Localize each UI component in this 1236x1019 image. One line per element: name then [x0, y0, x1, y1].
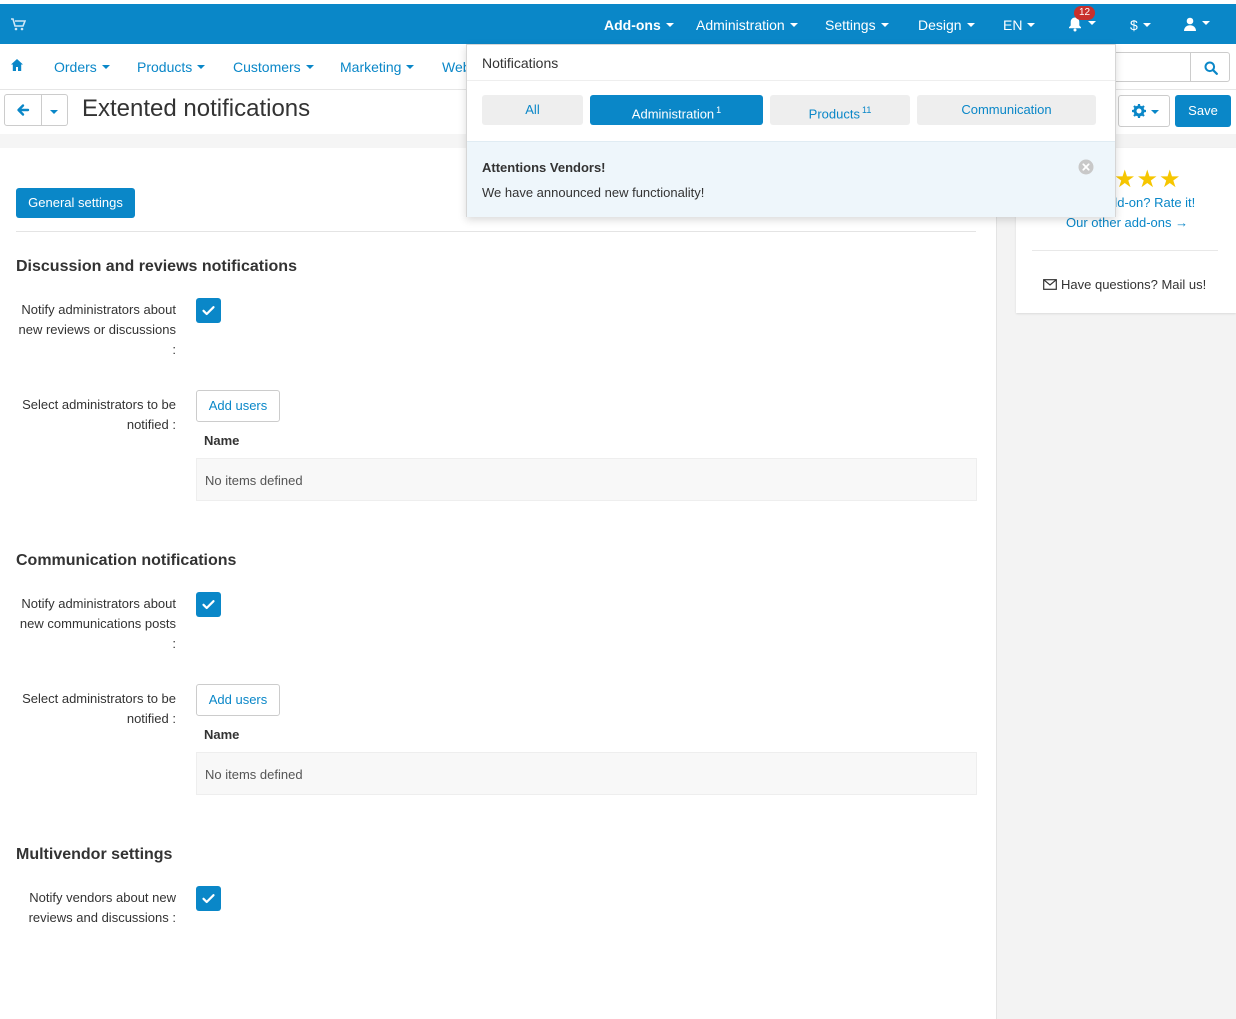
notifications-count-badge: 12 [1074, 6, 1096, 20]
search-input[interactable] [1110, 52, 1190, 82]
chevron-down-icon [50, 110, 58, 114]
notifications-divider [467, 80, 1115, 81]
section-title-multivendor: Multivendor settings [16, 846, 173, 863]
select-admins-label: Select administrators to be notified : [22, 691, 176, 726]
menu-orders-label: Orders [54, 59, 97, 75]
topnav-administration[interactable]: Administration [696, 17, 798, 33]
name-column-header: Name [204, 727, 240, 742]
back-dropdown-button[interactable] [42, 94, 68, 126]
notif-tab-administration-count: 1 [716, 105, 722, 115]
topnav-settings-label: Settings [825, 17, 876, 33]
select-admins-label: Select administrators to be notified : [22, 397, 176, 432]
notifications-dropdown: Notifications All Administration 1 Produc… [466, 44, 1116, 217]
notify-communications-checkbox[interactable] [196, 592, 221, 617]
notify-communications-label: Notify administrators about new communic… [19, 596, 176, 651]
tab-general-settings[interactable]: General settings [16, 188, 135, 218]
check-icon [202, 600, 215, 610]
empty-users-table: No items defined [196, 458, 977, 501]
other-addons-link[interactable]: Our other add-ons → [1066, 215, 1188, 230]
topnav-addons-label: Add-ons [604, 17, 661, 33]
topnav-currency[interactable]: $ [1130, 17, 1151, 33]
menu-orders[interactable]: Orders [54, 59, 110, 75]
arrow-left-icon [17, 104, 30, 116]
topnav-language[interactable]: EN [1003, 17, 1036, 33]
add-users-button[interactable]: Add users [196, 390, 280, 422]
page-title: Extented notifications [82, 95, 311, 122]
notification-message: We have announced new functionality! [482, 185, 705, 200]
notif-tab-communication[interactable]: Communication [917, 95, 1096, 125]
user-icon [1184, 17, 1196, 32]
sidebar-divider [1032, 250, 1218, 251]
empty-users-table: No items defined [196, 752, 977, 795]
topnav-settings[interactable]: Settings [825, 17, 889, 33]
notif-tab-administration[interactable]: Administration 1 [590, 95, 763, 125]
notification-title: Attentions Vendors! [482, 160, 606, 175]
rate-addon-link[interactable]: dd-on? Rate it! [1110, 195, 1195, 210]
menu-marketing-label: Marketing [340, 59, 402, 75]
notif-tab-communication-label: Communication [961, 102, 1052, 117]
notif-tab-all-label: All [525, 102, 540, 117]
check-icon [202, 306, 215, 316]
notif-tab-products-label: Products [808, 106, 860, 122]
menu-products[interactable]: Products [137, 59, 206, 75]
settings-dropdown-button[interactable] [1118, 95, 1170, 127]
notify-reviews-label: Notify administrators about new reviews … [18, 302, 176, 357]
menu-products-label: Products [137, 59, 193, 75]
name-column-header: Name [204, 433, 240, 448]
notification-item[interactable]: Attentions Vendors! We have announced ne… [467, 141, 1115, 217]
topnav-administration-label: Administration [696, 17, 785, 33]
search-icon [1204, 61, 1218, 75]
menu-customers-label: Customers [233, 59, 301, 75]
topnav-currency-label: $ [1130, 17, 1138, 33]
section-title-communication: Communication notifications [16, 552, 237, 569]
mail-us-link[interactable]: Have questions? Mail us! [1043, 277, 1206, 292]
topnav-design-label: Design [918, 17, 962, 33]
topnav-design[interactable]: Design [918, 17, 975, 33]
mail-us-label: Have questions? Mail us! [1061, 277, 1207, 292]
menu-marketing[interactable]: Marketing [340, 59, 415, 75]
back-button[interactable] [4, 94, 42, 126]
gear-icon [1132, 104, 1146, 118]
home-icon[interactable] [10, 58, 24, 72]
notif-tab-all[interactable]: All [482, 95, 583, 125]
notify-vendors-checkbox[interactable] [196, 886, 221, 911]
menu-customers[interactable]: Customers [233, 59, 314, 75]
user-menu[interactable] [1183, 15, 1210, 32]
tabs-divider [16, 231, 976, 232]
notify-vendors-label: Notify vendors about new reviews and dis… [28, 890, 176, 925]
search-button[interactable] [1190, 52, 1230, 82]
notifications-heading: Notifications [482, 55, 559, 71]
rating-stars[interactable]: ★★★ [1114, 165, 1182, 194]
notif-tab-administration-label: Administration [631, 106, 715, 122]
check-icon [202, 894, 215, 904]
section-title-discussion: Discussion and reviews notifications [16, 258, 297, 275]
close-icon[interactable] [1078, 159, 1094, 175]
envelope-icon [1043, 279, 1057, 290]
notif-tab-products-count: 11 [861, 105, 872, 115]
notif-tab-products[interactable]: Products 11 [770, 95, 910, 125]
notify-reviews-checkbox[interactable] [196, 298, 221, 323]
save-button[interactable]: Save [1175, 95, 1231, 127]
topnav-addons[interactable]: Add-ons [604, 17, 674, 33]
topnav-language-label: EN [1003, 17, 1023, 33]
add-users-button[interactable]: Add users [196, 684, 280, 716]
